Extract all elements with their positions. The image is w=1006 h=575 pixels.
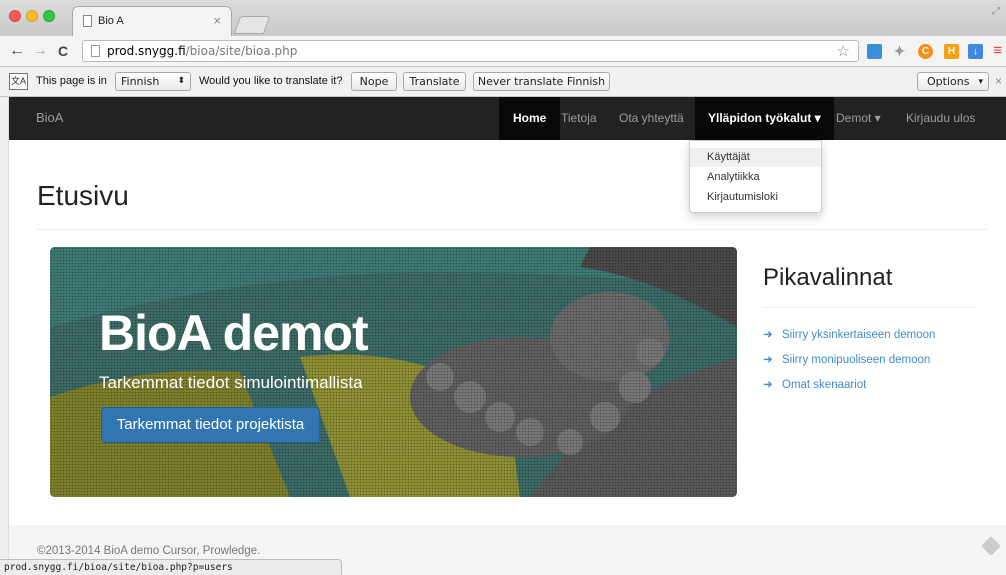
- fullscreen-icon[interactable]: ⤢: [992, 6, 1000, 17]
- quicklink-scenarios[interactable]: ➜ Omat skenaariot: [763, 377, 866, 391]
- c-icon[interactable]: C: [918, 44, 933, 59]
- arrow-right-icon: ➜: [763, 354, 773, 366]
- page-icon: [91, 45, 100, 57]
- options-select-value: Options: [927, 75, 970, 88]
- browser-tab-strip: Bio A × ⤢: [0, 0, 1006, 36]
- quicklink-simple-demo[interactable]: ➜ Siirry yksinkertaiseen demoon: [763, 327, 935, 341]
- url-host: prod.snygg.fi: [107, 44, 186, 58]
- tab-close-icon[interactable]: ×: [213, 13, 221, 28]
- arrow-right-icon: ➜: [763, 329, 773, 341]
- options-select[interactable]: Options ▾: [917, 72, 989, 91]
- hero-subtitle: Tarkemmat tiedot simulointimallista: [99, 373, 363, 392]
- nav-kirjaudu-ulos[interactable]: Kirjaudu ulos: [906, 97, 975, 140]
- nav-home[interactable]: Home: [499, 97, 561, 140]
- close-window-button[interactable]: [9, 10, 21, 22]
- nav-yllapidon-tyokalut[interactable]: Ylläpidon työkalut ▾: [695, 97, 834, 140]
- address-bar[interactable]: prod.snygg.fi/bioa/site/bioa.php ☆: [82, 40, 859, 62]
- translate-bar: 文A This page is in Finnish ⬍ Would you l…: [0, 67, 1006, 97]
- divider: [37, 229, 987, 230]
- menu-icon[interactable]: ≡: [993, 42, 1002, 59]
- close-icon[interactable]: ×: [995, 74, 1002, 88]
- nav-tietoja[interactable]: Tietoja: [560, 97, 598, 140]
- minimize-window-button[interactable]: [26, 10, 38, 22]
- arrow-right-icon: ➜: [763, 379, 773, 391]
- bookmark-star-icon[interactable]: ☆: [837, 42, 850, 60]
- select-arrows-icon: ⬍: [177, 76, 185, 86]
- project-details-button[interactable]: Tarkemmat tiedot projektista: [101, 407, 320, 443]
- back-icon[interactable]: ←: [9, 41, 25, 61]
- language-select[interactable]: Finnish ⬍: [115, 72, 191, 91]
- browser-toolbar: ← → C prod.snygg.fi/bioa/site/bioa.php ☆…: [0, 36, 1006, 67]
- divider: [763, 307, 975, 308]
- quicklink-label: Siirry yksinkertaiseen demoon: [782, 329, 936, 341]
- puzzle-icon[interactable]: ✦: [892, 44, 907, 59]
- chevron-down-icon: ▾: [978, 77, 983, 87]
- translate-prefix: This page is in: [36, 75, 107, 87]
- admin-dropdown-menu: Käyttäjät Analytiikka Kirjautumisloki: [689, 140, 822, 213]
- quicklink-advanced-demo[interactable]: ➜ Siirry monipuoliseen demoon: [763, 352, 930, 366]
- dropdown-item-kirjautumisloki[interactable]: Kirjautumisloki: [690, 188, 821, 207]
- diamond-icon: [981, 536, 1001, 556]
- h-icon[interactable]: H: [944, 44, 959, 59]
- page-icon: [83, 15, 92, 27]
- nope-button[interactable]: Nope: [351, 72, 397, 91]
- site-navbar: BioA Home Tietoja Ota yhteyttä Ylläpidon…: [9, 97, 1006, 140]
- dropdown-item-analytiikka[interactable]: Analytiikka: [690, 168, 821, 187]
- quicklink-label: Omat skenaariot: [782, 379, 867, 391]
- translate-icon: 文A: [9, 73, 28, 90]
- browser-tab[interactable]: Bio A ×: [72, 6, 232, 36]
- hero-jumbotron: BioA demot Tarkemmat tiedot simulointima…: [50, 247, 737, 497]
- forward-icon[interactable]: →: [32, 41, 48, 61]
- nav-ota-yhteytta[interactable]: Ota yhteyttä: [619, 97, 684, 140]
- url-path: /bioa/site/bioa.php: [185, 44, 298, 58]
- brand-link[interactable]: BioA: [36, 110, 63, 125]
- zoom-window-button[interactable]: [43, 10, 55, 22]
- nav-demot[interactable]: Demot ▾: [836, 97, 881, 140]
- quicklink-label: Siirry monipuoliseen demoon: [782, 354, 931, 366]
- sidebar-title: Pikavalinnat: [763, 264, 893, 291]
- download-icon[interactable]: ↓: [968, 44, 983, 59]
- never-translate-button[interactable]: Never translate Finnish: [473, 72, 610, 91]
- google-icon[interactable]: [867, 44, 882, 59]
- language-select-value: Finnish: [121, 75, 160, 88]
- url-text[interactable]: prod.snygg.fi/bioa/site/bioa.php: [107, 44, 297, 58]
- translate-question: Would you like to translate it?: [199, 75, 343, 87]
- hero-title: BioA demot: [99, 305, 369, 361]
- hero-background-image: [50, 247, 737, 497]
- dropdown-item-kayttajat[interactable]: Käyttäjät: [690, 148, 821, 167]
- reload-icon[interactable]: C: [58, 41, 68, 61]
- translate-button[interactable]: Translate: [403, 72, 466, 91]
- page-title: Etusivu: [37, 180, 129, 211]
- status-bar-url: prod.snygg.fi/bioa/site/bioa.php?p=users: [0, 559, 342, 575]
- new-tab-button[interactable]: [233, 16, 271, 34]
- left-edge: [0, 97, 9, 575]
- footer-copyright: ©2013-2014 BioA demo Cursor, Prowledge.: [37, 545, 261, 557]
- tab-title: Bio A: [98, 15, 124, 27]
